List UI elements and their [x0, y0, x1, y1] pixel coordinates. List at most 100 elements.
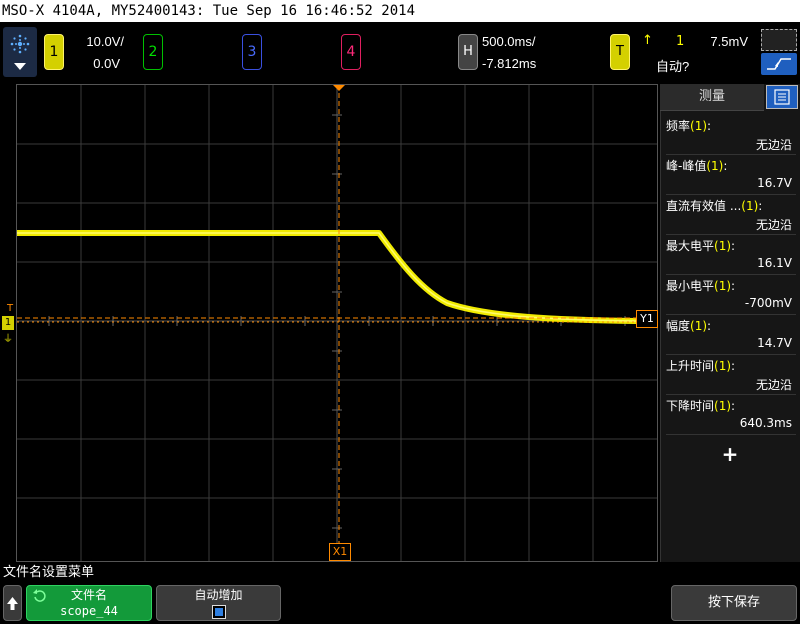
measurement-value: 640.3ms — [739, 416, 792, 430]
ground-icon: ⏚ — [3, 334, 13, 345]
trigger-mode: 自动? — [656, 59, 690, 74]
add-icon: + — [721, 442, 739, 466]
measurement-colon: : — [731, 279, 736, 293]
edge-trigger-shortcut-button[interactable] — [761, 53, 797, 75]
horizontal-button[interactable]: H — [458, 34, 478, 70]
channel-1-button[interactable]: 1 — [44, 34, 64, 70]
measurement-label: 最大电平 — [666, 239, 715, 253]
edge-icon — [767, 58, 791, 70]
measurement-label: 频率 — [666, 119, 691, 133]
channel-3-label: 3 — [247, 44, 257, 60]
channel-2-button[interactable]: 2 — [143, 34, 163, 70]
trigger-level: 7.5mV — [710, 34, 748, 49]
measurement-colon: : — [707, 319, 712, 333]
measurement-name[interactable]: 下降时间(1): — [666, 397, 735, 414]
measurement-source: (1) — [706, 159, 724, 173]
tab-measure-label: 测量 — [698, 89, 725, 104]
cursor-y1-marker[interactable]: Y1 — [636, 310, 658, 328]
channel-4-button[interactable]: 4 — [341, 34, 361, 70]
measurement-value: 16.7V — [757, 176, 792, 190]
title-bar: MSO-X 4104A, MY52400143: Tue Sep 16 16:4… — [0, 0, 800, 22]
measurement-name[interactable]: 峰-峰值(1): — [666, 157, 727, 174]
file-name-value: scope_44 — [60, 604, 118, 618]
measurement-divider — [666, 274, 796, 275]
measurement-divider — [666, 314, 796, 315]
measurement-value: 16.1V — [757, 256, 792, 270]
measurement-divider — [666, 234, 796, 235]
measurement-source: (1) — [690, 119, 708, 133]
measurement-name[interactable]: 频率(1): — [666, 117, 711, 134]
rising-edge-icon: ↑ — [642, 33, 653, 48]
measurement-divider — [666, 154, 796, 155]
waveform-display[interactable] — [16, 84, 658, 562]
cursor-x1-label: X1 — [332, 545, 348, 558]
touch-zoom-icon[interactable] — [761, 29, 797, 51]
measurement-value: 14.7V — [757, 336, 792, 350]
cursor-x1-marker[interactable]: X1 — [329, 543, 351, 561]
measurement-divider — [666, 394, 796, 395]
trigger-level-marker: T — [7, 303, 14, 314]
trigger-label: T — [616, 44, 624, 59]
measurement-divider — [666, 194, 796, 195]
tab-measure[interactable]: 测量 — [660, 84, 764, 111]
measurement-value: 无边沿 — [755, 218, 792, 232]
measurement-label: 上升时间 — [666, 359, 715, 373]
measurement-source: (1) — [690, 319, 708, 333]
press-to-save-softkey[interactable]: 按下保存 — [671, 585, 797, 621]
channel-1-scale: 10.0V/ — [86, 34, 124, 49]
measurement-name[interactable]: 幅度(1): — [666, 317, 711, 334]
trigger-button[interactable]: T — [610, 34, 630, 70]
measurement-name[interactable]: 上升时间(1): — [666, 357, 735, 374]
add-measurement-button[interactable]: + — [710, 440, 750, 468]
channel-1-ground-marker[interactable]: 1 — [2, 316, 14, 330]
cursor-overlay — [17, 85, 637, 561]
cursor-y1-label: Y1 — [640, 312, 654, 325]
measurement-colon: : — [731, 359, 736, 373]
chevron-down-icon — [14, 63, 26, 70]
measurement-source: (1) — [741, 199, 759, 213]
measurement-colon: : — [731, 239, 736, 253]
trigger-source: 1 — [676, 34, 685, 49]
panel-list-button[interactable] — [766, 85, 798, 109]
channel-2-label: 2 — [148, 44, 158, 60]
up-arrow-icon — [7, 597, 18, 610]
keysight-logo-icon — [10, 34, 30, 54]
ground-marker-label: 1 — [4, 317, 12, 328]
channel-3-button[interactable]: 3 — [242, 34, 262, 70]
measurement-divider — [666, 354, 796, 355]
measurement-source: (1) — [714, 279, 732, 293]
measurement-label: 下降时间 — [666, 399, 715, 413]
channel-1-label: 1 — [49, 44, 59, 60]
timebase-value: 500.0ms/ — [482, 34, 536, 49]
measurement-value: -700mV — [744, 296, 792, 310]
measurement-name[interactable]: 最大电平(1): — [666, 237, 735, 254]
measurement-name[interactable]: 最小电平(1): — [666, 277, 735, 294]
measurement-name[interactable]: 直流有效值 ...(1): — [666, 197, 762, 214]
rotate-knob-icon — [33, 589, 46, 602]
list-icon — [774, 89, 790, 105]
measurement-label: 直流有效值 ... — [666, 199, 742, 213]
measurement-value: 无边沿 — [755, 378, 792, 392]
softkey-menu-title: 文件名设置菜单 — [0, 563, 800, 583]
measurement-value: 无边沿 — [755, 138, 792, 152]
horizontal-delay-value: -7.812ms — [482, 56, 537, 71]
measurement-label: 峰-峰值 — [666, 159, 707, 173]
brand-logo-button[interactable] — [3, 27, 37, 77]
measurement-label: 最小电平 — [666, 279, 715, 293]
file-name-softkey[interactable]: 文件名 scope_44 — [26, 585, 152, 621]
back-button[interactable] — [3, 585, 22, 621]
auto-increment-label: 自动增加 — [194, 588, 243, 602]
channel-4-label: 4 — [346, 44, 356, 60]
press-to-save-label: 按下保存 — [707, 595, 760, 610]
measurement-source: (1) — [714, 359, 732, 373]
menu-title-text: 文件名设置菜单 — [3, 565, 95, 580]
measurement-colon: : — [731, 399, 736, 413]
measurement-label: 幅度 — [666, 319, 691, 333]
measurement-colon: : — [758, 199, 763, 213]
channel-1-offset: 0.0V — [93, 56, 120, 71]
measurement-divider — [666, 434, 796, 435]
auto-increment-checkbox[interactable] — [211, 605, 226, 619]
measurement-colon: : — [707, 119, 712, 133]
title-text: MSO-X 4104A, MY52400143: Tue Sep 16 16:4… — [2, 3, 416, 19]
auto-increment-softkey[interactable]: 自动增加 — [156, 585, 281, 621]
